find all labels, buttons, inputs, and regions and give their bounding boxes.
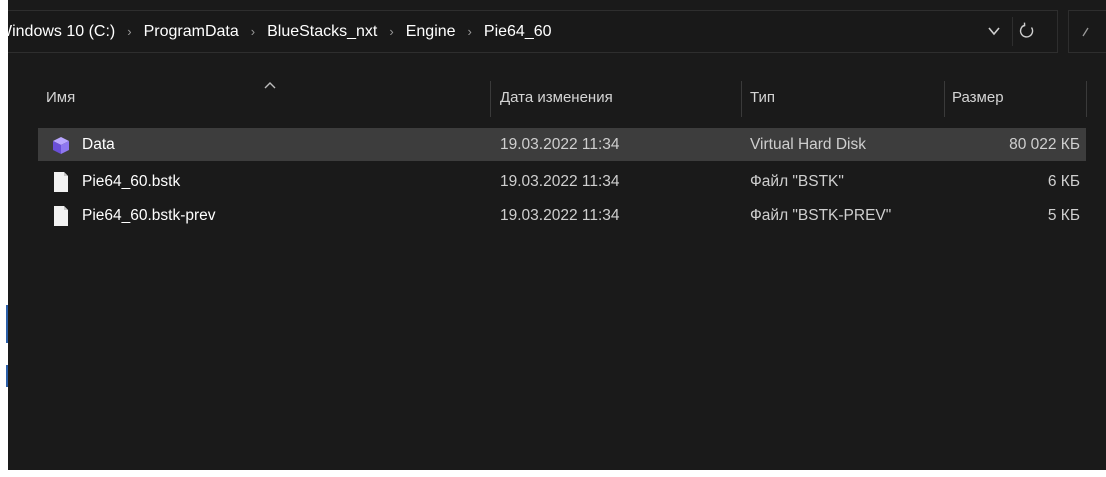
breadcrumb-bluestacks[interactable]: BlueStacks_nxt [264,23,380,41]
file-explorer-window: Windows 10 (C:) › ProgramData › BlueStac… [0,0,1106,477]
navigation-pane-edge [6,305,8,343]
file-row-bstk-prev[interactable]: Pie64_60.bstk-prev 19.03.2022 11:34 Файл… [38,199,1086,232]
file-date: 19.03.2022 11:34 [500,207,620,224]
search-icon [1082,27,1089,37]
column-header-row: Имя Дата изменения Тип Размер [8,77,1106,119]
breadcrumb-current-folder[interactable]: Pie64_60 [481,23,555,41]
navigation-pane-edge [6,365,8,387]
file-size: 5 КБ [1047,207,1080,224]
window-bottom-edge [0,470,1106,477]
column-header-type[interactable]: Тип [750,77,775,119]
column-divider[interactable] [944,81,945,117]
file-date: 19.03.2022 11:34 [500,173,620,190]
file-name: Pie64_60.bstk-prev [82,207,216,224]
file-row-data[interactable]: Data 19.03.2022 11:34 Virtual Hard Disk … [38,128,1086,161]
breadcrumb-programdata[interactable]: ProgramData [141,23,242,41]
column-divider[interactable] [490,81,491,117]
column-header-size[interactable]: Размер [952,77,1004,119]
column-header-name[interactable]: Имя [46,77,75,119]
file-size: 80 022 КБ [1009,136,1080,153]
file-row-bstk[interactable]: Pie64_60.bstk 19.03.2022 11:34 Файл "BST… [38,165,1086,198]
file-date: 19.03.2022 11:34 [500,136,620,153]
breadcrumb: Windows 10 (C:) › ProgramData › BlueStac… [0,11,555,52]
file-type: Файл "BSTK-PREV" [750,207,892,224]
file-name: Pie64_60.bstk [82,173,181,190]
vhd-cube-icon [53,137,69,154]
chevron-down-icon[interactable] [986,23,1002,39]
file-name: Data [82,136,115,153]
breadcrumb-separator-icon[interactable]: › [380,24,402,39]
address-bar[interactable]: Windows 10 (C:) › ProgramData › BlueStac… [0,10,1058,53]
sort-ascending-icon[interactable] [264,81,276,89]
file-icon [54,172,68,192]
window-left-edge [0,0,8,477]
breadcrumb-separator-icon[interactable]: › [459,24,481,39]
search-box[interactable] [1068,10,1106,53]
file-type: Virtual Hard Disk [750,136,867,153]
column-header-date[interactable]: Дата изменения [500,77,613,119]
file-icon [54,206,68,226]
address-divider [1012,17,1013,46]
breadcrumb-engine[interactable]: Engine [403,23,459,41]
breadcrumb-drive[interactable]: Windows 10 (C:) [0,23,118,41]
column-divider[interactable] [1086,81,1087,117]
file-type: Файл "BSTK" [750,173,844,190]
refresh-icon[interactable] [1016,20,1038,42]
column-divider[interactable] [741,81,742,117]
file-size: 6 КБ [1047,173,1080,190]
breadcrumb-separator-icon[interactable]: › [118,24,140,39]
breadcrumb-separator-icon[interactable]: › [242,24,264,39]
